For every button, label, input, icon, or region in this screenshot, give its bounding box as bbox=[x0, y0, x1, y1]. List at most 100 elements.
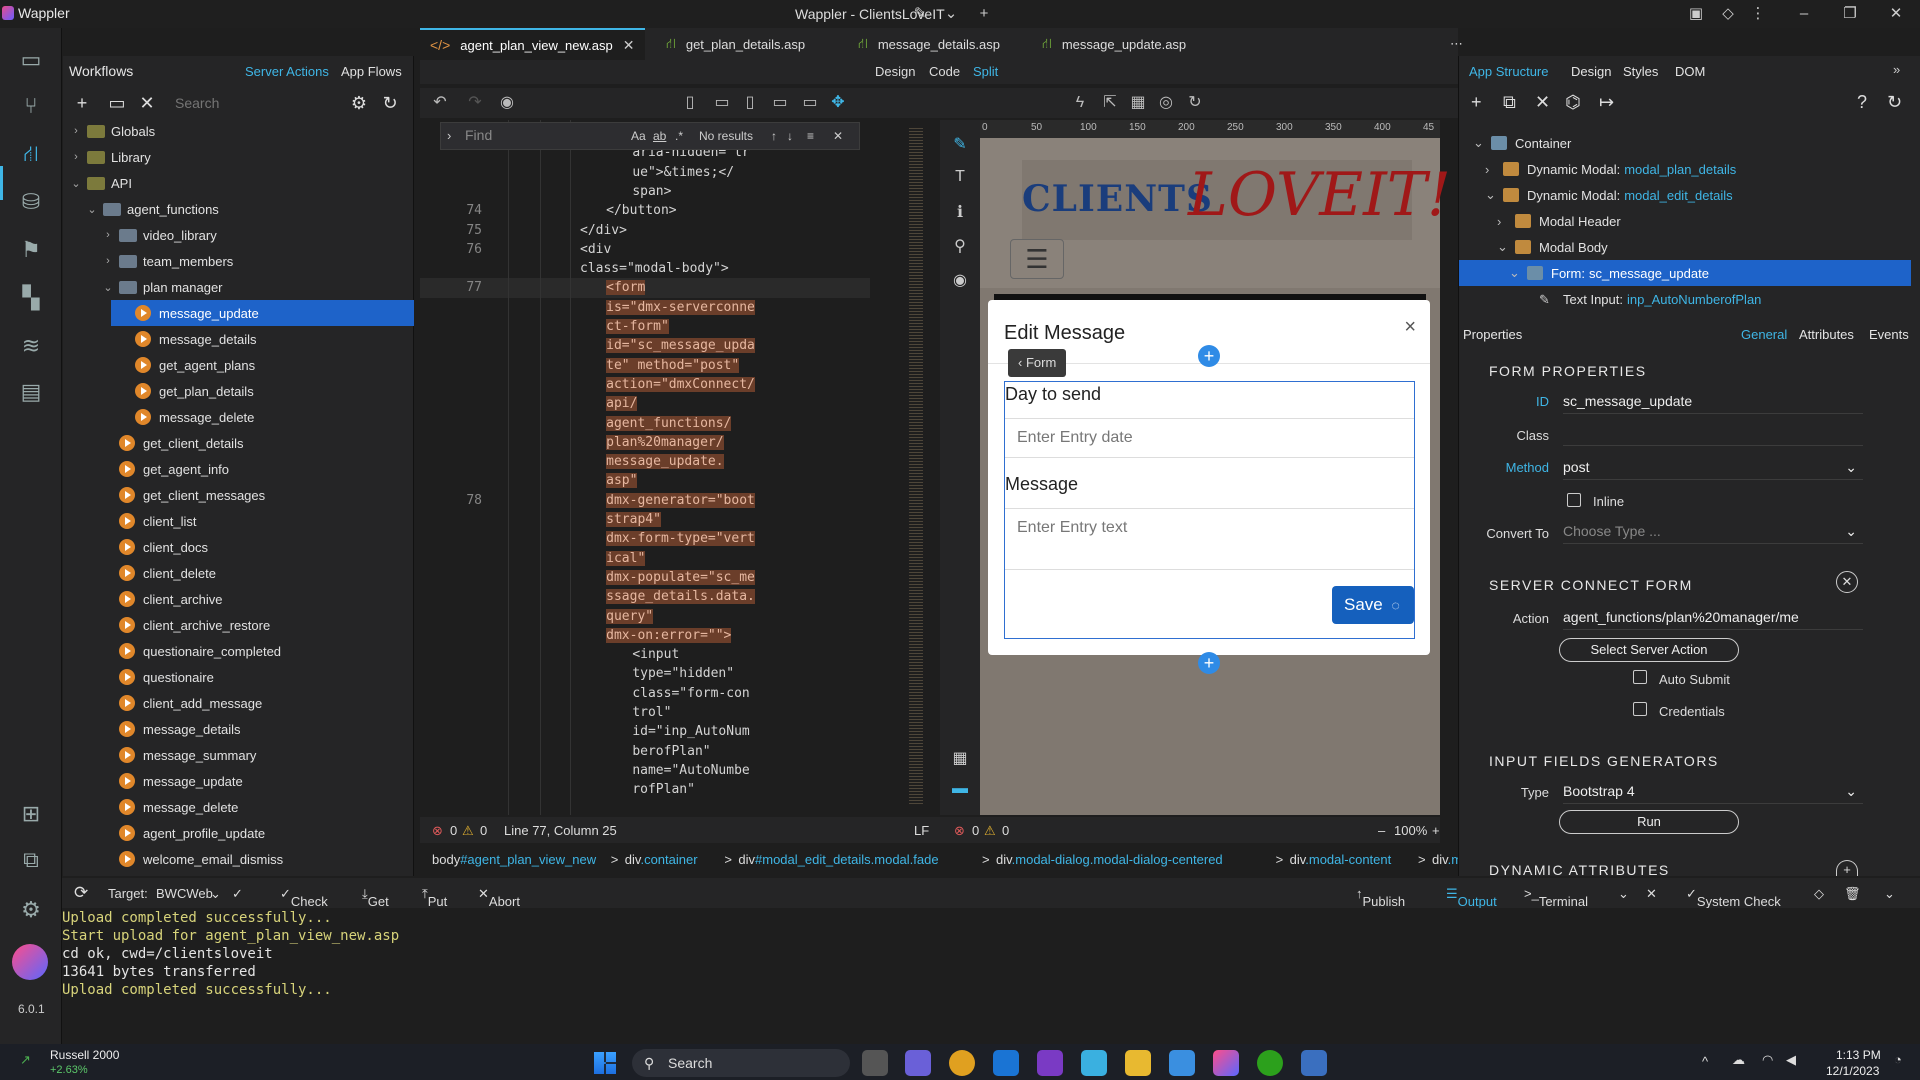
check-button[interactable]: ✓ Check bbox=[280, 886, 328, 909]
tree-item[interactable]: get_plan_details bbox=[63, 378, 414, 404]
credentials-checkbox[interactable] bbox=[1633, 702, 1647, 716]
app-icon[interactable] bbox=[1301, 1050, 1327, 1076]
theme-drop-icon[interactable]: ◇ bbox=[1718, 4, 1738, 24]
panel-layout-icon[interactable]: ▣ bbox=[1686, 4, 1706, 24]
database-icon[interactable]: ⛁ bbox=[15, 186, 47, 218]
chevron-down-icon[interactable]: ⌄ bbox=[1497, 239, 1515, 255]
terminal-dropdown-icon[interactable]: ⌄ bbox=[1618, 886, 1629, 902]
inline-checkbox[interactable] bbox=[1567, 493, 1581, 507]
publish-button[interactable]: ↑ Publish bbox=[1356, 886, 1405, 909]
modal-close-icon[interactable]: × bbox=[1404, 316, 1416, 339]
output-console[interactable]: Upload completed successfully... Start up… bbox=[62, 908, 1920, 1044]
put-button[interactable]: ⤒ Put bbox=[422, 886, 447, 909]
id-field[interactable]: sc_message_update bbox=[1563, 390, 1863, 414]
zoom-out-icon[interactable]: – bbox=[1378, 823, 1385, 838]
regex-toggle[interactable]: .* bbox=[675, 129, 683, 143]
breadcrumb-item[interactable]: body#agent_plan_view_new bbox=[432, 852, 596, 867]
breadcrumb-item[interactable]: div.container bbox=[625, 852, 698, 867]
folder-icon[interactable]: ▭ bbox=[106, 92, 128, 114]
clear-eraser-icon[interactable]: ◇ bbox=[1814, 886, 1824, 902]
remove-circle-icon[interactable]: ✕ bbox=[1836, 571, 1858, 593]
grid-icon[interactable]: ▦ bbox=[950, 748, 970, 768]
chevron-right-icon[interactable]: › bbox=[1485, 162, 1503, 177]
tab-app-structure[interactable]: App Structure bbox=[1469, 64, 1549, 79]
breadcrumb-item[interactable]: div.modal-dialog.modal-dialog-centered bbox=[996, 852, 1223, 867]
layers-icon[interactable]: ≋ bbox=[15, 330, 47, 362]
breadcrumb-item[interactable]: div#modal_edit_details.modal.fade bbox=[738, 852, 938, 867]
close-find-icon[interactable]: ✕ bbox=[833, 129, 843, 143]
check-circle-icon[interactable]: ✓ bbox=[232, 886, 243, 902]
message-textarea[interactable]: Enter Entry text bbox=[1005, 508, 1414, 570]
chevron-right-icon[interactable]: › bbox=[69, 151, 83, 163]
tree-item[interactable]: client_archive bbox=[63, 586, 414, 612]
previous-match-icon[interactable]: ↑ bbox=[771, 129, 777, 143]
dynamic-attributes-section[interactable]: DYNAMIC ATTRIBUTES bbox=[1489, 862, 1670, 878]
notification-bell-icon[interactable]: ◔ bbox=[1894, 1052, 1902, 1067]
get-button[interactable]: ⤓ Get bbox=[362, 886, 389, 909]
chevron-down-icon[interactable]: ⌄ bbox=[210, 886, 221, 902]
file-explorer-icon[interactable] bbox=[1125, 1050, 1151, 1076]
maximize-icon[interactable]: ❐ bbox=[1840, 4, 1860, 24]
tray-chevron-icon[interactable]: ^ bbox=[1702, 1054, 1708, 1069]
lightning-icon[interactable]: ϟ bbox=[1070, 93, 1090, 113]
chevron-right-icon[interactable]: › bbox=[101, 229, 115, 241]
pages-icon[interactable]: ▭ bbox=[15, 44, 47, 76]
abort-button[interactable]: ✕ Abort bbox=[478, 886, 520, 909]
convert-to-select[interactable]: Choose Type ... ⌄ bbox=[1563, 520, 1863, 544]
tab-attributes[interactable]: Attributes bbox=[1799, 327, 1854, 342]
tree-item[interactable]: client_archive_restore bbox=[63, 612, 414, 638]
chrome-icon[interactable] bbox=[949, 1050, 975, 1076]
resources-icon[interactable]: ⊞ bbox=[15, 798, 47, 830]
match-case-toggle[interactable]: Aa bbox=[631, 129, 646, 143]
chevron-right-icon[interactable]: › bbox=[69, 125, 83, 137]
line-ending[interactable]: LF bbox=[914, 823, 929, 838]
form-selector-chip[interactable]: ‹ Form bbox=[1008, 349, 1067, 377]
settings-gear-icon[interactable]: ⚙ bbox=[348, 92, 370, 114]
code-minimap[interactable] bbox=[905, 120, 927, 815]
onedrive-icon[interactable]: ☁ bbox=[1732, 1052, 1745, 1068]
task-view-icon[interactable] bbox=[862, 1050, 888, 1076]
find-input[interactable]: Find bbox=[465, 127, 615, 147]
collapse-output-icon[interactable]: ⌄ bbox=[1884, 886, 1895, 902]
expand-replace-icon[interactable]: › bbox=[447, 128, 451, 143]
wifi-icon[interactable]: ◠ bbox=[1762, 1052, 1773, 1068]
form-sc-message-update[interactable]: Day to send Enter Entry date Message Ent… bbox=[1004, 381, 1415, 639]
type-select[interactable]: Bootstrap 4 ⌄ bbox=[1563, 780, 1863, 804]
chevron-down-icon[interactable]: ⌄ bbox=[1485, 187, 1503, 203]
more-vertical-icon[interactable]: ⋮ bbox=[1748, 4, 1768, 24]
class-field[interactable] bbox=[1563, 422, 1863, 446]
tablet-view-icon[interactable]: ▭ bbox=[712, 93, 732, 113]
minimize-icon[interactable]: – bbox=[1794, 4, 1814, 24]
structure-node[interactable]: ✎ Text Input: inp_AutoNumberofPlan bbox=[1521, 286, 1761, 312]
method-select[interactable]: post ⌄ bbox=[1563, 456, 1863, 480]
stock-widget-icon[interactable]: ↗ bbox=[20, 1052, 40, 1072]
add-icon[interactable]: + bbox=[71, 92, 93, 114]
chevron-right-icon[interactable]: › bbox=[101, 255, 115, 267]
view-design[interactable]: Design bbox=[875, 64, 915, 79]
tree-item[interactable]: › Globals bbox=[63, 118, 414, 144]
tree-item[interactable]: client_docs bbox=[63, 534, 414, 560]
refresh-icon[interactable]: ↻ bbox=[1185, 93, 1205, 113]
tree-item[interactable]: ⌄ API bbox=[63, 170, 414, 196]
run-button[interactable]: Run bbox=[1559, 810, 1739, 834]
collapse-panel-icon[interactable]: » bbox=[1893, 62, 1900, 77]
quickbooks-icon[interactable] bbox=[1257, 1050, 1283, 1076]
tab-events[interactable]: Events bbox=[1869, 327, 1909, 342]
delete-icon[interactable]: ✕ bbox=[1535, 92, 1550, 113]
tree-item[interactable]: get_client_details bbox=[63, 430, 414, 456]
code-editor[interactable]: 737475767778 <spanaria-hidden="true">&ti… bbox=[420, 120, 925, 815]
tablet-portrait-icon[interactable]: ▯ bbox=[740, 93, 760, 113]
tree-item[interactable]: message_delete bbox=[63, 794, 414, 820]
preview-browser-icon[interactable]: ◎ bbox=[1156, 93, 1176, 113]
start-windows-icon[interactable] bbox=[594, 1052, 616, 1074]
workflows-search-input[interactable] bbox=[175, 92, 335, 114]
delete-icon[interactable]: ✕ bbox=[136, 92, 158, 114]
tab-dom[interactable]: DOM bbox=[1675, 64, 1705, 79]
tree-item[interactable]: › Library bbox=[63, 144, 414, 170]
day-to-send-input[interactable]: Enter Entry date bbox=[1005, 418, 1414, 458]
undo-icon[interactable]: ↶ bbox=[430, 93, 450, 113]
zoom-in-icon[interactable]: + bbox=[1432, 823, 1440, 838]
close-tab-icon[interactable]: ✕ bbox=[623, 37, 635, 54]
tab-design[interactable]: Design bbox=[1571, 64, 1611, 79]
tab-message-update[interactable]: ⛙ message_update.asp bbox=[1032, 28, 1212, 60]
